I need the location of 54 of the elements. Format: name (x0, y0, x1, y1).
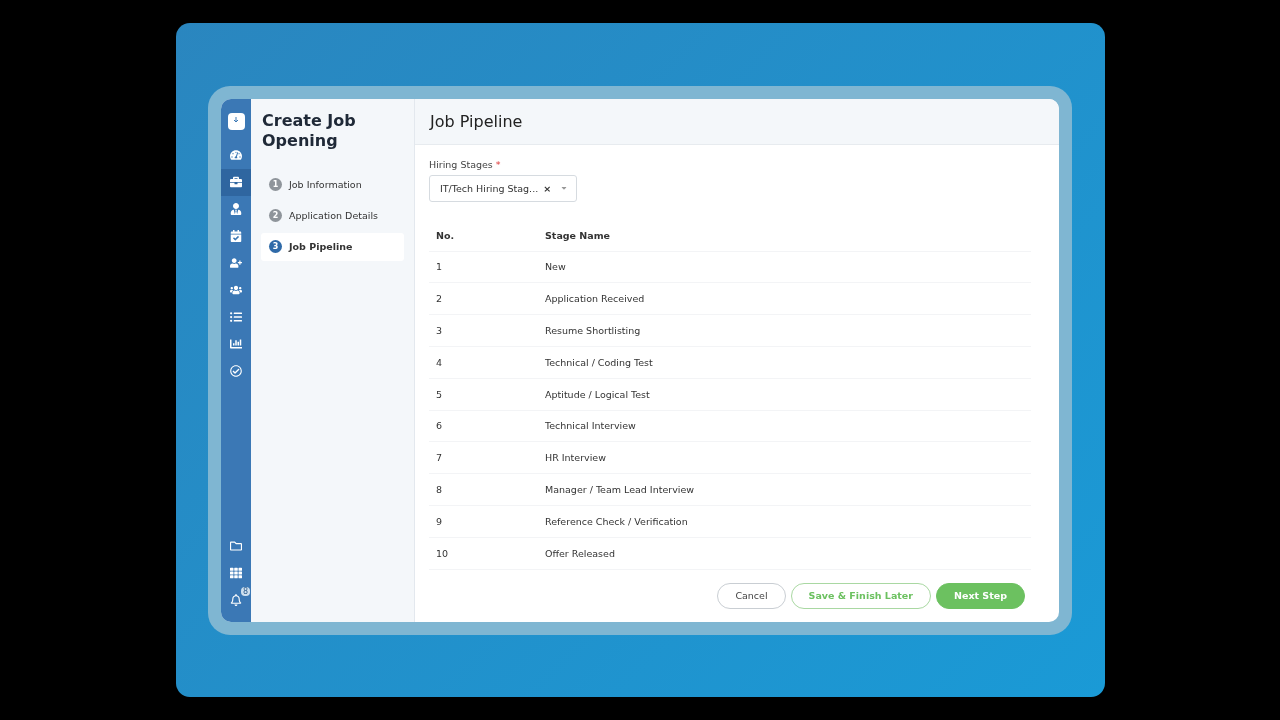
add-user-icon (230, 257, 242, 269)
calendar-icon (230, 230, 242, 242)
required-mark: * (495, 158, 501, 170)
table-cell-text: Aptitude / Logical Test (545, 388, 651, 400)
table-cell-text: 2 (436, 293, 444, 305)
folder-icon (230, 540, 242, 552)
step-number: 2 (269, 209, 282, 222)
table-cell-text: Technical / Coding Test (545, 356, 654, 368)
step-number: 1 (269, 178, 282, 191)
column-header: No. (436, 229, 456, 241)
step-label: Job Information (289, 179, 362, 190)
table-cell-text: Offer Released (545, 547, 616, 559)
users-icon (230, 284, 242, 296)
step-number: 3 (269, 240, 282, 253)
table-cell-text: Resume Shortlisting (545, 325, 642, 336)
checklist-icon (230, 311, 242, 323)
table-cell-text: Manager / Team Lead Interview (545, 484, 696, 495)
table-cell-text: 4 (436, 356, 444, 368)
chart-icon (230, 338, 242, 350)
step-item[interactable]: 1 Job Information (261, 170, 404, 199)
table-cell-text: 1 (436, 261, 444, 273)
page-title: Job Pipeline (415, 98, 1059, 145)
table-cell-text: HR Interview (545, 452, 607, 464)
select-value: IT/Tech Hiring Stag... (440, 182, 539, 194)
table-cell-text: 5 (436, 388, 444, 400)
gauge-icon (230, 149, 242, 161)
nav-item[interactable] (221, 168, 251, 196)
step-item[interactable]: 2 Application Details (261, 201, 404, 230)
table-cell-text: 8 (436, 484, 444, 495)
table-cell-text: 7 (436, 452, 444, 464)
step-item[interactable]: 3 Job Pipeline (261, 232, 404, 261)
bell-icon (230, 594, 242, 606)
hiring-stages-select[interactable]: IT/Tech Hiring Stag... × (429, 174, 578, 202)
logo-icon (227, 112, 245, 130)
clear-button[interactable]: × (543, 182, 552, 194)
step-label: Job Pipeline (289, 241, 353, 252)
grid-icon (230, 567, 242, 579)
column-header: Stage Name (545, 229, 612, 241)
table-cell-text: Technical Interview (545, 420, 637, 432)
cancel-button[interactable]: Cancel (717, 582, 786, 609)
table-cell-text: 3 (436, 325, 444, 336)
table-cell-text: Application Received (545, 293, 646, 305)
nav-item[interactable]: 8 (221, 586, 251, 614)
user-icon (230, 203, 242, 215)
table-cell-text: 9 (436, 515, 444, 527)
field-label: Hiring Stages (429, 158, 493, 170)
table-cell-text: 6 (436, 420, 444, 432)
step-label: Application Details (289, 210, 379, 221)
table-cell-text: 10 (436, 547, 450, 559)
notification-count: 8 (240, 586, 250, 596)
briefcase-icon (230, 176, 242, 188)
table-cell-text: New (545, 261, 567, 273)
wizard-title: Create Job Opening (261, 110, 357, 151)
table-cell-text: Reference Check / Verification (545, 515, 689, 527)
